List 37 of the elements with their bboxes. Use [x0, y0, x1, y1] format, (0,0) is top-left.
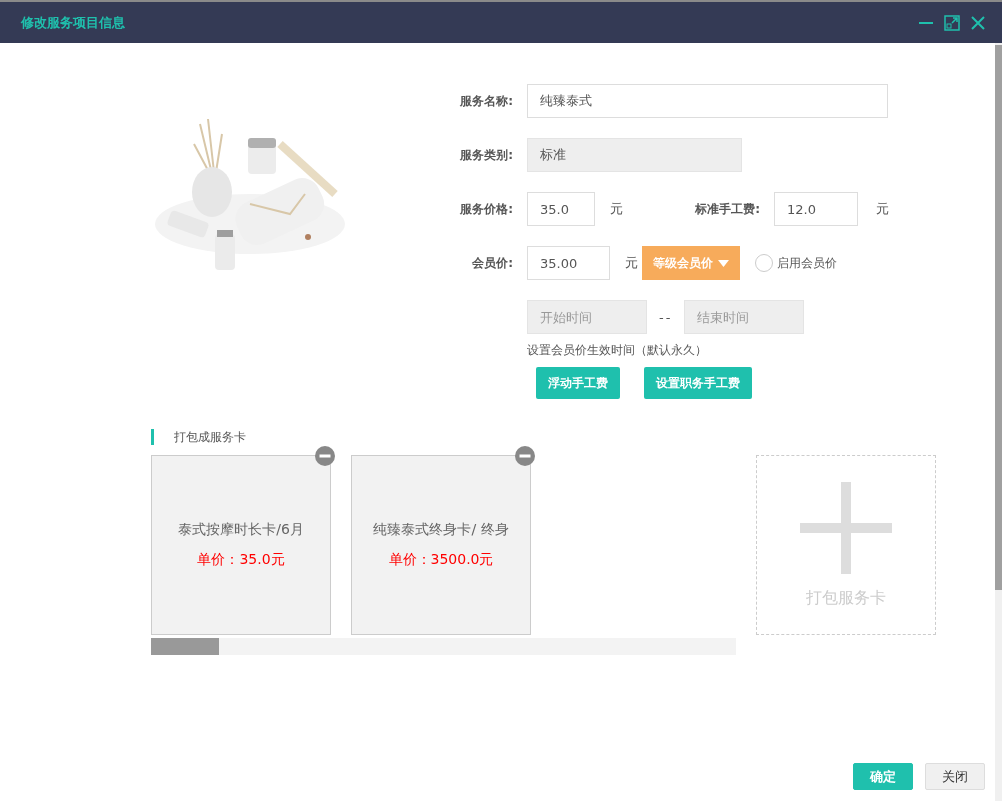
field-label: 标准手工费: [694, 200, 760, 218]
service-card[interactable]: 纯臻泰式终身卡/ 终身 单价：3500.0元 [351, 455, 531, 635]
start-time-field[interactable]: 开始时间 [527, 300, 647, 334]
field-label: 服务类别: [459, 146, 513, 164]
field-label: 服务价格: [459, 200, 513, 218]
end-time-field[interactable]: 结束时间 [684, 300, 805, 334]
horizontal-scrollbar[interactable] [151, 638, 736, 655]
field-label: 会员价: [471, 254, 513, 272]
close-icon[interactable] [970, 14, 986, 31]
card-price: 单价：35.0元 [197, 551, 285, 569]
unit-label: 元 [610, 200, 624, 218]
hint-text: 设置会员价生效时间（默认永久） [527, 342, 708, 359]
member-price-field[interactable]: 35.00 [527, 246, 610, 280]
section-title: 打包成服务卡 [174, 428, 246, 446]
close-button[interactable]: 关闭 [925, 763, 985, 790]
service-card[interactable]: 泰式按摩时长卡/6月 单价：35.0元 [151, 455, 331, 635]
card-name: 泰式按摩时长卡/6月 [178, 521, 304, 539]
scrollbar-thumb[interactable] [151, 638, 219, 655]
accent-bar [151, 429, 154, 445]
field-label: 服务名称: [459, 92, 513, 110]
labor-fee-field[interactable]: 12.0 [774, 192, 858, 226]
unit-label: 元 [876, 200, 890, 218]
price-field[interactable]: 35.0 [527, 192, 595, 226]
maximize-icon[interactable] [944, 14, 960, 31]
window-title: 修改服务项目信息 [21, 13, 126, 32]
caret-icon [718, 259, 729, 267]
remove-icon[interactable] [315, 446, 335, 466]
separator-text: -- [659, 309, 673, 325]
vertical-scrollbar[interactable] [995, 43, 1002, 801]
plus-icon [800, 481, 892, 574]
radio-label: 启用会员价 [777, 254, 837, 272]
name-field[interactable]: 纯臻泰式 [527, 84, 888, 118]
remove-icon[interactable] [515, 446, 535, 466]
card-price: 单价：3500.0元 [388, 551, 494, 569]
unit-label: 元 [625, 254, 639, 272]
card-name: 纯臻泰式终身卡/ 终身 [373, 521, 509, 539]
scrollbar-thumb[interactable] [995, 45, 1002, 590]
